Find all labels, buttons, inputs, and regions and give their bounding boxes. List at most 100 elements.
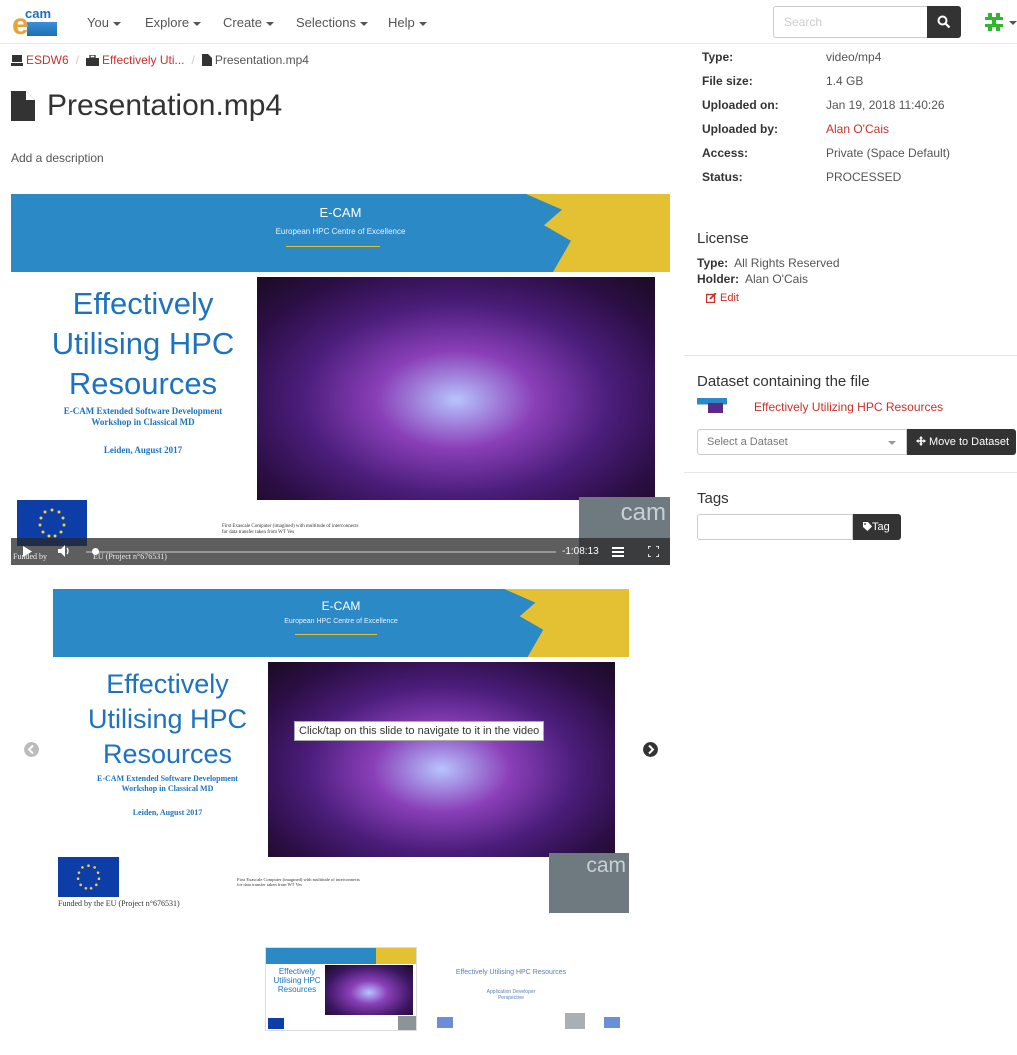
chevron-down-icon bbox=[266, 21, 275, 26]
add-tag-label: Tag bbox=[872, 521, 890, 533]
slide-org-title: E-CAM bbox=[321, 599, 361, 613]
slide-caption-line: for data transfer taken from WT Ves bbox=[222, 530, 295, 535]
edit-icon bbox=[706, 293, 717, 303]
divider bbox=[684, 472, 1017, 473]
slide-org-subtitle: European HPC Centre of Excellence bbox=[275, 227, 406, 236]
search-input[interactable] bbox=[773, 6, 928, 38]
dataset-thumbnail bbox=[697, 398, 727, 414]
thumbnail-title: Effectively Utilising HPC Resources bbox=[268, 967, 326, 994]
license-holder-value: Alan O'Cais bbox=[745, 272, 808, 286]
file-info-value: Private (Space Default) bbox=[826, 146, 951, 160]
chevron-down-icon[interactable] bbox=[1009, 21, 1017, 25]
logo-bar bbox=[27, 22, 57, 36]
carousel-prev-icon[interactable] bbox=[24, 742, 39, 757]
license-holder-row: Holder: Alan O'Cais bbox=[697, 272, 808, 286]
slide-hero-line: Effectively bbox=[72, 286, 214, 321]
file-info-key: Type: bbox=[702, 50, 734, 64]
remaining-time: -1:08:13 bbox=[562, 546, 599, 557]
license-edit-label: Edit bbox=[720, 292, 739, 304]
slide-location: Leiden, August 2017 bbox=[103, 445, 183, 455]
file-info-key: File size: bbox=[702, 74, 753, 88]
slide-funded-left: Funded by bbox=[13, 552, 47, 561]
logo-text: cam bbox=[25, 6, 52, 21]
eu-flag-icon bbox=[268, 1018, 284, 1029]
uploader-link[interactable]: Alan O'Cais bbox=[826, 122, 889, 136]
file-info-key: Status: bbox=[702, 170, 743, 184]
slide-funded-right: EU (Project n°676531) bbox=[93, 552, 167, 561]
license-type-label: Type: bbox=[697, 256, 729, 270]
slide-hero-line: Utilising HPC bbox=[87, 704, 248, 734]
move-icon bbox=[916, 436, 926, 446]
license-edit-link[interactable]: Edit bbox=[706, 292, 739, 304]
ecam-logo[interactable]: e cam bbox=[12, 6, 58, 40]
nav-you[interactable]: You bbox=[87, 15, 121, 30]
nav-create-label: Create bbox=[223, 15, 263, 30]
nav-selections[interactable]: Selections bbox=[296, 15, 368, 30]
user-avatar-icon[interactable] bbox=[985, 13, 1003, 31]
nav-help-label: Help bbox=[388, 15, 415, 30]
breadcrumb: ESDW6 / Effectively Uti... / Presentatio… bbox=[11, 53, 309, 67]
breadcrumb-separator: / bbox=[75, 53, 80, 67]
breadcrumb-separator: / bbox=[191, 53, 195, 67]
briefcase-icon bbox=[86, 54, 100, 66]
breadcrumb-space[interactable]: ESDW6 bbox=[26, 53, 69, 67]
thumbnail-photo bbox=[325, 965, 413, 1015]
chevron-down-icon bbox=[112, 21, 121, 26]
slide-hero-line: Resources bbox=[68, 366, 218, 401]
page-title-text: Presentation.mp4 bbox=[47, 89, 283, 122]
nav-help[interactable]: Help bbox=[388, 15, 427, 30]
dataset-link[interactable]: Effectively Utilizing HPC Resources bbox=[754, 400, 943, 414]
slide-org-title: E-CAM bbox=[319, 205, 362, 220]
breadcrumb-dataset[interactable]: Effectively Uti... bbox=[102, 53, 184, 67]
slide-location: Leiden, August 2017 bbox=[132, 808, 203, 817]
carousel-slide[interactable]: E-CAM European HPC Centre of Excellence … bbox=[53, 589, 629, 913]
nav-explore[interactable]: Explore bbox=[145, 15, 202, 30]
dataset-select[interactable]: Select a Dataset bbox=[697, 429, 907, 455]
add-tag-button[interactable]: Tag bbox=[853, 514, 901, 540]
tag-input[interactable] bbox=[697, 514, 853, 540]
eu-flag-icon bbox=[58, 857, 119, 897]
thumbnail-subtitle-line: Perspective bbox=[497, 995, 525, 1001]
fullscreen-icon[interactable] bbox=[648, 546, 659, 557]
slide-hero-title: Effectively Utilising HPC Resources bbox=[33, 284, 253, 404]
nav-selections-label: Selections bbox=[296, 15, 356, 30]
slide-workshop-line: Workshop in Classical MD bbox=[121, 784, 214, 793]
file-icon bbox=[201, 54, 212, 66]
chapters-icon[interactable] bbox=[612, 547, 624, 557]
nav-you-label: You bbox=[87, 15, 109, 30]
nav-explore-label: Explore bbox=[145, 15, 190, 30]
volume-icon[interactable] bbox=[58, 545, 71, 557]
cam-logo-text: cam bbox=[620, 499, 666, 526]
carousel-next-icon[interactable] bbox=[643, 742, 658, 757]
supercomputer-photo bbox=[257, 277, 655, 500]
file-icon bbox=[11, 91, 35, 121]
navbar: e cam You Explore Create Selections Help bbox=[0, 0, 1017, 44]
slide-hero-title: Effectively Utilising HPC Resources bbox=[71, 667, 264, 772]
slide-workshop-line: Workshop in Classical MD bbox=[91, 417, 195, 427]
eu-flag-icon bbox=[604, 1017, 620, 1028]
search-button[interactable] bbox=[927, 6, 961, 38]
slide-workshop: E-CAM Extended Software Development Work… bbox=[71, 774, 264, 794]
slide-workshop-line: E-CAM Extended Software Development bbox=[97, 774, 238, 783]
nav-create[interactable]: Create bbox=[223, 15, 275, 30]
thumbnail-title-line: Resources bbox=[277, 985, 317, 994]
thumbnail-title: Effectively Utilising HPC Resources bbox=[455, 969, 567, 976]
dataset-select-placeholder: Select a Dataset bbox=[707, 436, 788, 448]
supercomputer-photo bbox=[268, 662, 615, 857]
divider bbox=[684, 355, 1017, 356]
move-to-dataset-label: Move to Dataset bbox=[929, 436, 1010, 448]
video-player[interactable]: E-CAM European HPC Centre of Excellence … bbox=[11, 194, 670, 565]
page-title: Presentation.mp4 bbox=[11, 89, 282, 123]
eu-flag-icon bbox=[437, 1017, 453, 1028]
chevron-down-icon bbox=[193, 21, 202, 26]
add-description-link[interactable]: Add a description bbox=[11, 151, 104, 165]
file-info-value: 1.4 GB bbox=[826, 74, 864, 88]
slide-thumbnail[interactable] bbox=[604, 947, 640, 1031]
cam-logo-text: cam bbox=[586, 854, 626, 877]
slide-thumbnail[interactable]: Effectively Utilising HPC Resources bbox=[265, 947, 417, 1031]
file-info-value: video/mp4 bbox=[826, 50, 882, 64]
slide-caption-line: for data transfer taken from WT Ves bbox=[237, 882, 302, 887]
slide-thumbnail[interactable]: Effectively Utilising HPC Resources Appl… bbox=[435, 947, 587, 1031]
license-type-row: Type: All Rights Reserved bbox=[697, 256, 840, 270]
move-to-dataset-button[interactable]: Move to Dataset bbox=[907, 429, 1016, 455]
